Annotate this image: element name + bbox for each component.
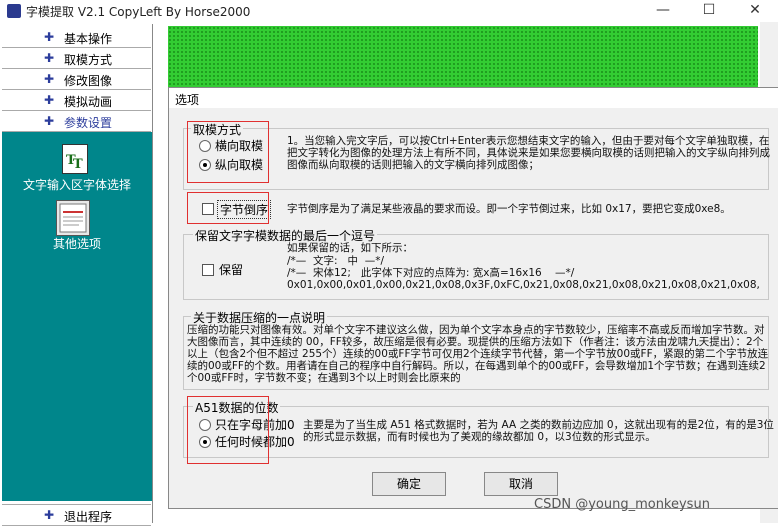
highlight-mode [187,121,269,183]
menu-item-mode[interactable]: ✚ 取模方式 [2,48,151,69]
plus-icon: ✚ [44,30,55,44]
menu-item-label: 基本操作 [64,32,113,46]
svg-text:T: T [73,157,83,172]
ok-button[interactable]: 确定 [372,472,446,496]
keep-comma-line2: /*— 文字: 中 —*/ [287,255,384,267]
mode-description: 1。当您输入完文字后，可以按Ctrl+Enter表示您想结束文字的输入，但由于要… [287,135,770,171]
plus-icon: ✚ [44,72,55,86]
plus-icon: ✚ [44,51,55,65]
keep-comma-line1: 如果保留的话，如下所示： [287,242,413,254]
menu-item-animation[interactable]: ✚ 模拟动画 [2,90,151,111]
tool-panel: T T 文字输入区字体选择 其他选项 [2,132,152,501]
plus-icon: ✚ [44,508,55,522]
app-icon [7,4,21,18]
font-tt-icon: T T [66,153,83,172]
watermark: CSDN @young_monkeysun [534,497,710,512]
highlight-reverse [187,192,269,224]
a51-description: 主要是为了当生成 A51 格式数据时，若为 AA 之类的数前边应加 0，这就出现… [303,419,774,443]
minimize-button[interactable]: — [640,0,686,22]
plus-icon: ✚ [44,114,55,128]
keep-comma-label[interactable]: 保留 [219,261,243,278]
dialog-title-bar: 选项 [169,88,778,108]
other-options-icon[interactable] [56,200,90,236]
menu-item-settings[interactable]: ✚ 参数设置 [2,111,151,132]
menu-item-basic[interactable]: ✚ 基本操作 [2,27,151,48]
title-bar: 字模提取 V2.1 CopyLeft By Horse2000 — ☐ ✕ [0,0,778,22]
menu-item-label: 参数设置 [64,116,113,130]
keep-comma-line3: /*— 宋体12; 此字体下对应的点阵为: 宽x高=16x16 —*/ [287,267,575,279]
menu-item-edit-image[interactable]: ✚ 修改图像 [2,69,151,90]
dialog-title: 选项 [175,93,200,107]
options-dialog: 选项 取模方式 横向取模 纵向取模 1。当您输入完文字后，可以按Ctrl+Ent… [168,87,778,509]
byte-reverse-description: 字节倒序是为了满足某些液晶的要求而设。即一个字节倒过来，比如 0x17，要把它变… [287,203,731,215]
cancel-button[interactable]: 取消 [484,472,558,496]
keep-comma-line4: 0x01,0x00,0x01,0x00,0x21,0x08,0x3F,0xFC,… [287,279,760,291]
menu-item-label: 模拟动画 [64,95,113,109]
keep-comma-checkbox[interactable] [202,264,214,276]
compression-description: 压缩的功能只对图像有效。对单个文字不建议这么做，因为单个文字本身点的字节数较少，… [187,324,769,384]
font-select-icon[interactable]: T T [62,144,88,174]
menu-item-label: 退出程序 [64,510,113,524]
menu-item-label: 取模方式 [64,53,113,67]
window-title: 字模提取 V2.1 CopyLeft By Horse2000 [26,5,251,19]
tool-other-label[interactable]: 其他选项 [2,235,152,252]
dot-matrix-canvas [168,26,758,88]
menu-item-label: 修改图像 [64,74,113,88]
document-icon [59,203,87,233]
maximize-button[interactable]: ☐ [686,0,732,22]
tool-font-label[interactable]: 文字输入区字体选择 [2,176,152,193]
highlight-a51 [187,396,269,464]
close-button[interactable]: ✕ [732,0,778,22]
plus-icon: ✚ [44,93,55,107]
